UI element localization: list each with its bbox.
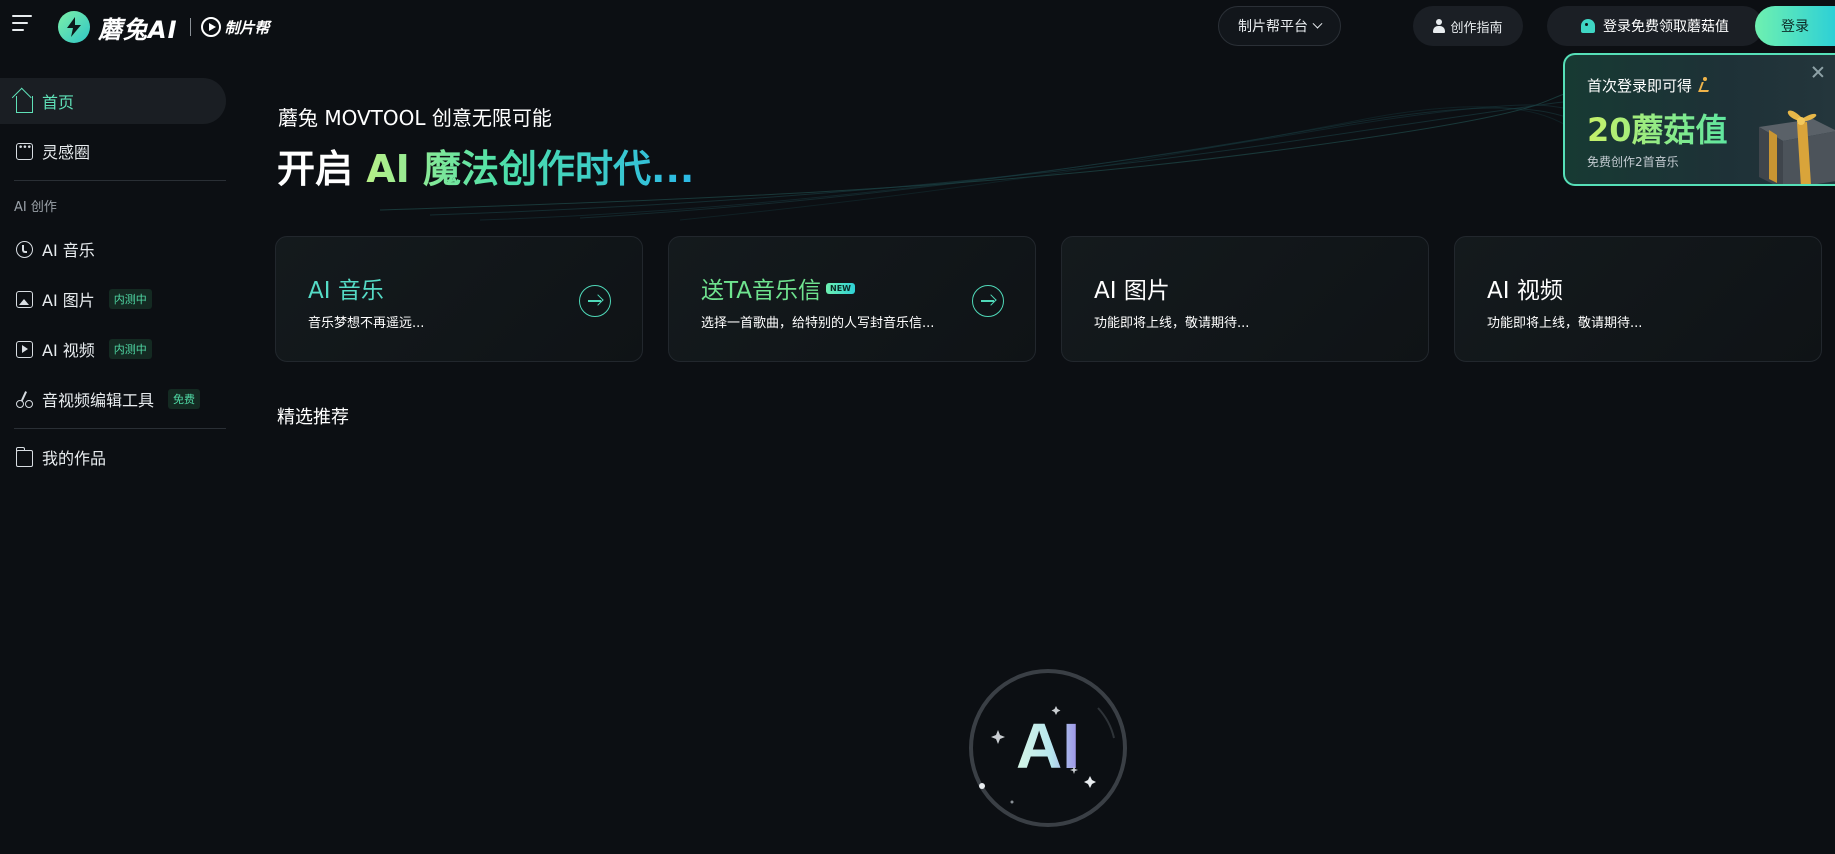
card-ai-video[interactable]: AI 视频 功能即将上线，敬请期待...	[1454, 236, 1822, 362]
popup-amount: 20蘑菇值	[1587, 105, 1728, 151]
login-label: 登录	[1781, 19, 1809, 35]
card-title: AI 视频	[1487, 278, 1563, 304]
app-root: 蘑兔AI 制片帮 制片帮平台 创作指南 登录免费领取蘑菇值 登录 首页 ••• …	[0, 0, 1835, 854]
login-button[interactable]: 登录	[1755, 6, 1835, 46]
card-ai-image[interactable]: AI 图片 功能即将上线，敬请期待...	[1061, 236, 1429, 362]
logo-sub-text: 制片帮	[224, 18, 270, 37]
card-title-row: 送TA音乐信 NEW	[701, 271, 855, 305]
sidebar-item-label: 首页	[42, 93, 75, 112]
platform-dropdown[interactable]: 制片帮平台	[1218, 6, 1341, 46]
chevron-down-icon	[1312, 18, 1323, 29]
sidebar-item-label: AI 视频	[42, 341, 95, 360]
sidebar-divider	[14, 428, 226, 429]
hero-title-gradient: AI 魔法创作时代...	[366, 147, 695, 191]
sidebar-item-label: AI 图片	[42, 291, 95, 310]
sidebar-divider	[14, 180, 226, 181]
guide-label: 创作指南	[1450, 20, 1503, 36]
popup-title-row: 首次登录即可得	[1587, 75, 1710, 96]
sidebar-item-home[interactable]: 首页	[0, 78, 226, 124]
logo-lightning-icon	[58, 11, 90, 43]
card-title: 送TA音乐信	[701, 278, 821, 304]
new-badge: NEW	[826, 282, 855, 294]
logo[interactable]: 蘑兔AI 制片帮	[58, 10, 270, 44]
popup-desc: 免费创作2首音乐	[1587, 155, 1679, 169]
image-icon	[16, 290, 33, 308]
arrow-right-icon[interactable]	[972, 285, 1004, 317]
beta-tag: 内测中	[108, 289, 152, 309]
sidebar-item-ai-video[interactable]: AI 视频 内测中	[0, 326, 226, 372]
card-desc: 选择一首歌曲，给特别的人写封音乐信...	[701, 316, 935, 331]
sidebar-item-ai-music[interactable]: AI 音乐	[0, 226, 226, 272]
home-icon	[16, 96, 33, 113]
music-note-icon	[16, 240, 33, 258]
sidebar-item-label: 音视频编辑工具	[42, 391, 155, 410]
popup-title: 首次登录即可得	[1587, 77, 1693, 95]
free-tag: 免费	[168, 389, 201, 409]
sidebar-group-label: AI 创作	[14, 200, 57, 215]
beta-tag: 内测中	[108, 339, 152, 359]
sidebar-item-label: 我的作品	[42, 449, 107, 468]
free-mushroom-button[interactable]: 登录免费领取蘑菇值	[1547, 6, 1763, 46]
card-title: AI 音乐	[308, 278, 384, 304]
guide-button[interactable]: 创作指南	[1413, 6, 1523, 46]
hero-title-plain: 开启	[277, 147, 354, 191]
promo-label: 登录免费领取蘑菇值	[1603, 19, 1729, 35]
logo-separator	[189, 18, 191, 36]
hero-title: 开启 AI 魔法创作时代...	[277, 138, 694, 193]
platform-label: 制片帮平台	[1238, 19, 1308, 35]
gift-box-icon	[1759, 110, 1835, 184]
inspiration-icon	[16, 142, 33, 160]
sidebar-item-editing-tools[interactable]: 音视频编辑工具 免费	[0, 376, 226, 422]
menu-icon[interactable]	[12, 15, 34, 35]
sidebar-item-my-works[interactable]: 我的作品	[0, 434, 226, 480]
top-header: 蘑兔AI 制片帮 制片帮平台 创作指南 登录免费领取蘑菇值 登录	[0, 0, 1835, 54]
card-desc: 音乐梦想不再遥远...	[308, 316, 425, 331]
ai-loader-text: AI	[1016, 710, 1080, 782]
first-login-popup[interactable]: 首次登录即可得 20蘑菇值 免费创作2首音乐	[1563, 53, 1835, 186]
runner-icon	[1698, 77, 1710, 91]
scissors-icon	[16, 390, 33, 408]
play-circle-icon	[200, 17, 221, 37]
card-title: AI 图片	[1094, 278, 1170, 304]
card-desc: 功能即将上线，敬请期待...	[1487, 316, 1643, 331]
close-icon[interactable]	[1811, 65, 1825, 79]
mushroom-icon	[1581, 19, 1595, 33]
sidebar-item-inspiration[interactable]: 灵感圈	[0, 128, 226, 174]
person-icon	[1433, 19, 1446, 33]
ai-loading-spinner: AI	[969, 669, 1127, 827]
card-desc: 功能即将上线，敬请期待...	[1094, 316, 1250, 331]
arrow-right-icon[interactable]	[579, 285, 611, 317]
sidebar-item-ai-image[interactable]: AI 图片 内测中	[0, 276, 226, 322]
hero-subtitle: 蘑兔 MOVTOOL 创意无限可能	[278, 106, 552, 130]
card-ai-music[interactable]: AI 音乐 音乐梦想不再遥远...	[275, 236, 643, 362]
featured-section-title: 精选推荐	[277, 407, 349, 428]
video-icon	[16, 340, 33, 358]
folder-icon	[15, 447, 33, 467]
logo-sub: 制片帮	[200, 17, 270, 38]
card-music-letter[interactable]: 送TA音乐信 NEW 选择一首歌曲，给特别的人写封音乐信...	[668, 236, 1036, 362]
sidebar: 首页 灵感圈 AI 创作 AI 音乐 AI 图片 内测中 AI 视频 内测中 音…	[0, 54, 228, 854]
sidebar-item-label: 灵感圈	[42, 143, 91, 162]
logo-text: 蘑兔AI	[98, 15, 178, 44]
sidebar-item-label: AI 音乐	[42, 241, 95, 260]
